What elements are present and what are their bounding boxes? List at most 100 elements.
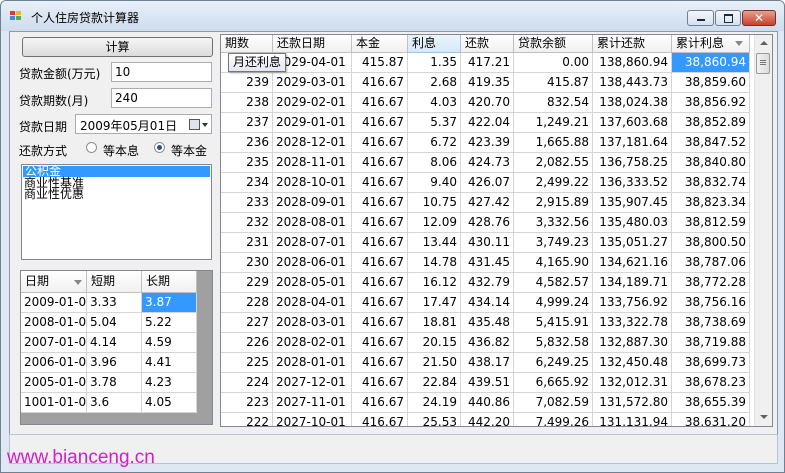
table-cell[interactable]: 2028-02-01: [273, 333, 352, 353]
table-cell[interactable]: 38,847.52: [672, 133, 750, 153]
table-cell[interactable]: 138,443.73: [593, 73, 672, 93]
table-cell[interactable]: 432.79: [461, 273, 514, 293]
table-cell[interactable]: 1,249.21: [514, 113, 593, 133]
table-cell[interactable]: 3.96: [87, 353, 142, 373]
table-cell[interactable]: 416.67: [352, 213, 408, 233]
table-cell[interactable]: 137,181.64: [593, 133, 672, 153]
table-cell[interactable]: 20.15: [408, 333, 461, 353]
table-cell[interactable]: 22.84: [408, 373, 461, 393]
table-cell[interactable]: 137,603.68: [593, 113, 672, 133]
table-cell[interactable]: 438.17: [461, 353, 514, 373]
table-cell[interactable]: 38,787.06: [672, 253, 750, 273]
table-cell[interactable]: 416.67: [352, 73, 408, 93]
table-cell[interactable]: 7,499.26: [514, 413, 593, 426]
table-cell[interactable]: 229: [221, 273, 273, 293]
table-cell[interactable]: 416.67: [352, 393, 408, 413]
table-cell[interactable]: 134,189.71: [593, 273, 672, 293]
table-cell[interactable]: 132,012.31: [593, 373, 672, 393]
table-cell[interactable]: 416.67: [352, 93, 408, 113]
table-cell[interactable]: 132,450.48: [593, 353, 672, 373]
table-cell[interactable]: 2008-01-01: [21, 313, 87, 333]
table-cell[interactable]: 2,082.55: [514, 153, 593, 173]
table-cell[interactable]: 427.42: [461, 193, 514, 213]
table-cell[interactable]: 7,082.59: [514, 393, 593, 413]
table-cell[interactable]: 10.75: [408, 193, 461, 213]
table-cell[interactable]: 431.45: [461, 253, 514, 273]
table-cell[interactable]: 5,832.58: [514, 333, 593, 353]
table-cell[interactable]: 2029-01-01: [273, 113, 352, 133]
table-cell[interactable]: 440.86: [461, 393, 514, 413]
table-cell[interactable]: 435.48: [461, 313, 514, 333]
table-cell[interactable]: 134,621.16: [593, 253, 672, 273]
maximize-button[interactable]: [715, 10, 741, 26]
table-cell[interactable]: 417.21: [461, 53, 514, 73]
table-cell[interactable]: 6.72: [408, 133, 461, 153]
col-pay-date[interactable]: 还款日期: [273, 35, 352, 53]
table-cell[interactable]: 2028-01-01: [273, 353, 352, 373]
table-cell[interactable]: 2027-12-01: [273, 373, 352, 393]
col-balance[interactable]: 贷款余额: [514, 35, 593, 53]
table-cell[interactable]: 2,499.22: [514, 173, 593, 193]
table-cell[interactable]: 415.87: [352, 53, 408, 73]
table-cell[interactable]: 3,332.56: [514, 213, 593, 233]
table-cell[interactable]: 135,051.27: [593, 233, 672, 253]
table-cell[interactable]: 416.67: [352, 353, 408, 373]
table-cell[interactable]: 416.67: [352, 413, 408, 426]
table-cell[interactable]: 416.67: [352, 313, 408, 333]
rate-col-short[interactable]: 短期: [87, 271, 142, 293]
table-cell[interactable]: 5.37: [408, 113, 461, 133]
table-cell[interactable]: 24.19: [408, 393, 461, 413]
table-cell[interactable]: 416.67: [352, 273, 408, 293]
table-cell[interactable]: 38,859.60: [672, 73, 750, 93]
table-cell[interactable]: 131,572.80: [593, 393, 672, 413]
table-cell[interactable]: 4,999.24: [514, 293, 593, 313]
table-cell[interactable]: 222: [221, 413, 273, 426]
table-cell[interactable]: 1,665.88: [514, 133, 593, 153]
table-cell[interactable]: 2009-01-01: [21, 293, 87, 313]
table-cell[interactable]: 136,333.52: [593, 173, 672, 193]
table-cell[interactable]: 430.11: [461, 233, 514, 253]
table-cell[interactable]: 227: [221, 313, 273, 333]
table-cell[interactable]: 38,719.88: [672, 333, 750, 353]
table-cell[interactable]: 434.14: [461, 293, 514, 313]
table-cell[interactable]: 17.47: [408, 293, 461, 313]
option-equal-installment-label[interactable]: 等本息: [103, 142, 139, 159]
table-cell[interactable]: 1001-01-01: [21, 393, 87, 413]
table-cell[interactable]: 3.6: [87, 393, 142, 413]
table-cell[interactable]: 133,322.78: [593, 313, 672, 333]
table-cell[interactable]: 2028-03-01: [273, 313, 352, 333]
table-cell[interactable]: 416.67: [352, 113, 408, 133]
table-cell[interactable]: 21.50: [408, 353, 461, 373]
rate-table[interactable]: 日期 短期 长期 2009-01-01 3.33 3.87 2008-01-01 5.0…: [20, 270, 213, 425]
col-principal[interactable]: 本金: [352, 35, 408, 53]
table-cell[interactable]: 38,655.39: [672, 393, 750, 413]
table-cell[interactable]: 2,915.89: [514, 193, 593, 213]
table-cell[interactable]: 2028-10-01: [273, 173, 352, 193]
table-cell[interactable]: 416.67: [352, 153, 408, 173]
table-cell[interactable]: 416.67: [352, 133, 408, 153]
table-cell[interactable]: 424.73: [461, 153, 514, 173]
table-cell[interactable]: 426.07: [461, 173, 514, 193]
col-period[interactable]: 期数: [221, 35, 273, 53]
table-cell[interactable]: 416.67: [352, 293, 408, 313]
table-cell[interactable]: 2028-07-01: [273, 233, 352, 253]
table-cell[interactable]: 2027-10-01: [273, 413, 352, 426]
schedule-table[interactable]: 期数 还款日期 本金 利息 还款 贷款余额 累计还款 累计利息 2402029-…: [220, 34, 773, 427]
table-cell[interactable]: 428.76: [461, 213, 514, 233]
rate-col-long[interactable]: 长期: [142, 271, 197, 293]
table-cell[interactable]: 131,131.94: [593, 413, 672, 426]
table-cell[interactable]: 233: [221, 193, 273, 213]
scroll-up-icon[interactable]: [755, 35, 772, 52]
table-cell[interactable]: 1.35: [408, 53, 461, 73]
table-cell[interactable]: 2028-12-01: [273, 133, 352, 153]
table-cell[interactable]: 2028-11-01: [273, 153, 352, 173]
table-cell[interactable]: 223: [221, 393, 273, 413]
table-cell[interactable]: 0.00: [514, 53, 593, 73]
table-cell[interactable]: 4,582.57: [514, 273, 593, 293]
table-cell[interactable]: 2.68: [408, 73, 461, 93]
amount-input[interactable]: 10: [111, 62, 212, 82]
table-cell[interactable]: 4.41: [142, 353, 197, 373]
table-cell[interactable]: 38,860.94: [672, 53, 750, 73]
table-cell[interactable]: 420.70: [461, 93, 514, 113]
table-cell[interactable]: 12.09: [408, 213, 461, 233]
